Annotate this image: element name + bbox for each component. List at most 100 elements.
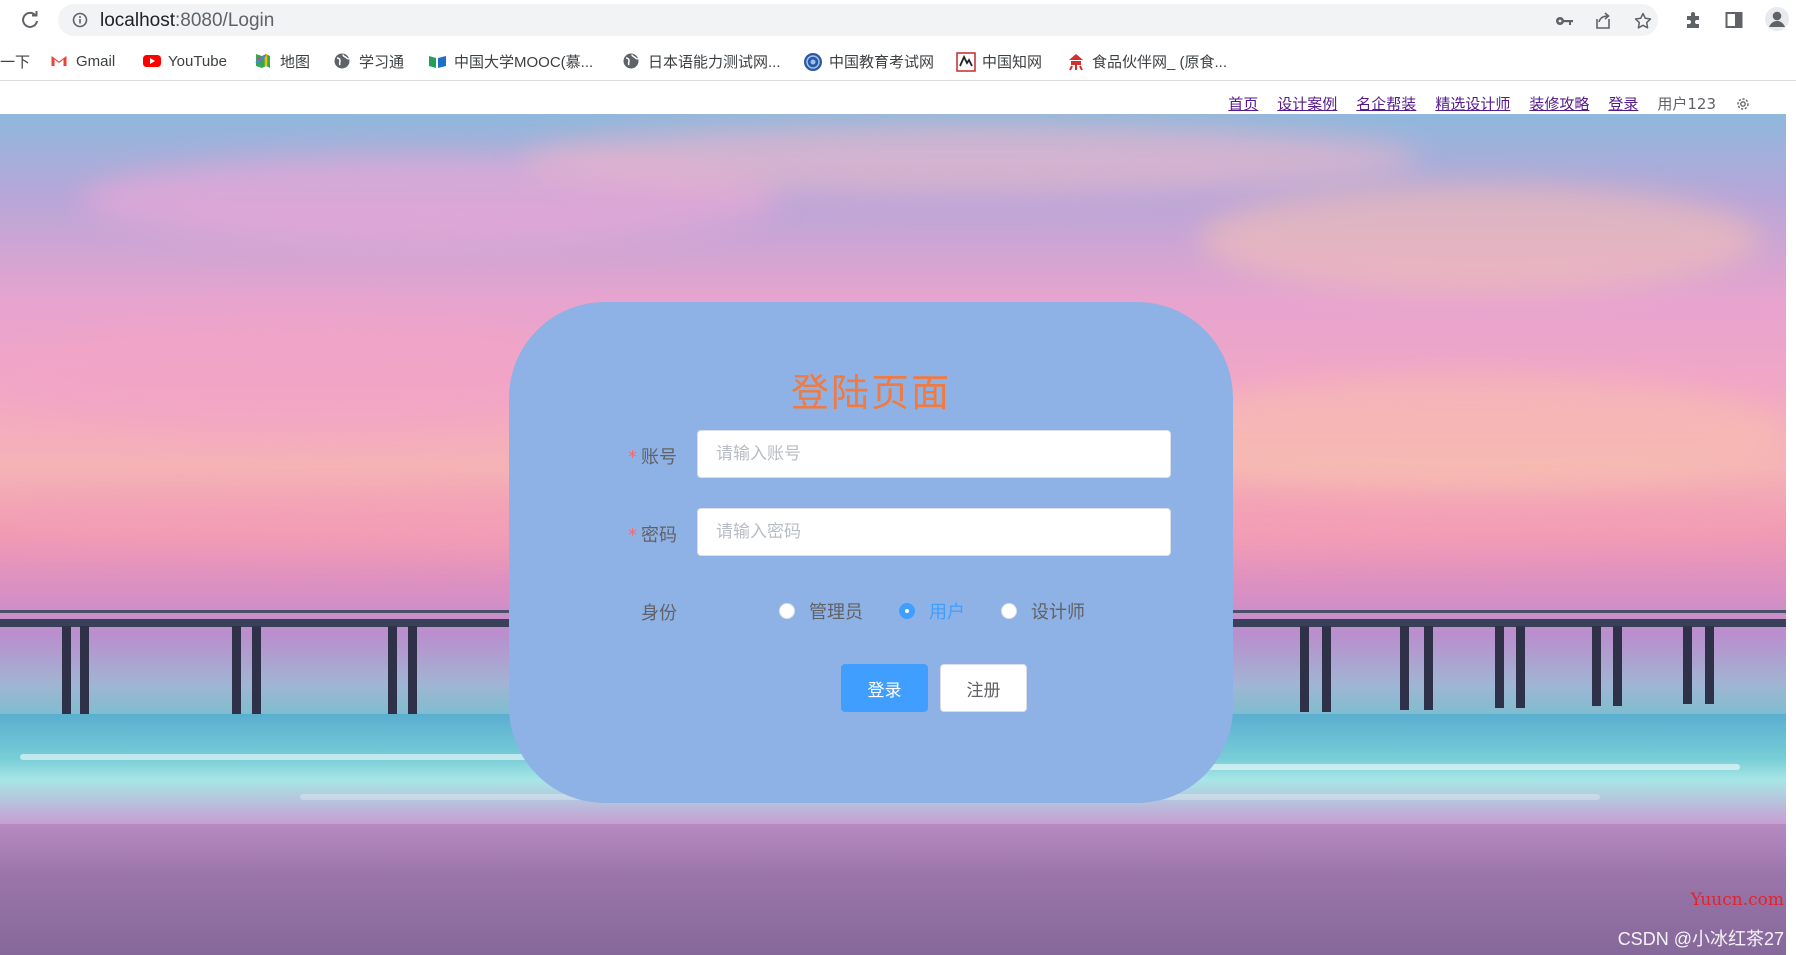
nav-designers-link[interactable]: 精选设计师 [1435, 93, 1510, 114]
required-asterisk: * [628, 447, 637, 468]
bookmark-label: 学习通 [359, 53, 405, 71]
pier-leg [388, 626, 397, 724]
nav-guides-link[interactable]: 装修攻略 [1529, 93, 1589, 114]
bookmark-label: 一下 [0, 53, 31, 71]
password-input[interactable] [697, 508, 1171, 556]
pier-leg [1683, 626, 1692, 704]
pier-leg [408, 626, 417, 724]
site-header: 首页 设计案例 名企帮装 精选设计师 装修攻略 登录 用户123 [0, 81, 1796, 114]
key-icon[interactable] [1555, 12, 1573, 30]
nav-famous-companies-link[interactable]: 名企帮装 [1356, 93, 1416, 114]
url-host: localhost [100, 10, 175, 31]
pier-leg [1592, 626, 1601, 706]
bookmark-label: 食品伙伴网_ (原食... [1092, 53, 1228, 71]
account-label-text: 账号 [641, 447, 677, 468]
pier-leg [1613, 626, 1622, 706]
bookmark-label: 中国大学MOOC(慕... [454, 53, 594, 71]
radio-circle[interactable] [779, 603, 795, 619]
register-button[interactable]: 注册 [940, 664, 1027, 712]
share-icon[interactable] [1594, 12, 1612, 30]
top-nav: 首页 设计案例 名企帮装 精选设计师 装修攻略 登录 用户123 [1228, 93, 1751, 114]
role-admin-radio[interactable]: 管理员 [779, 598, 863, 624]
radio-label: 管理员 [809, 602, 863, 623]
page-scrollbar[interactable] [1786, 114, 1796, 955]
neea-icon [803, 52, 822, 71]
bookmark-label: 中国知网 [982, 53, 1043, 71]
required-asterisk: * [628, 525, 637, 546]
password-label: * 密码 [557, 521, 677, 547]
bookmark-xuexitong[interactable]: 学习通 [333, 50, 404, 72]
radio-label: 设计师 [1031, 602, 1085, 623]
nav-login-link[interactable]: 登录 [1608, 93, 1638, 114]
pier-leg [1705, 626, 1714, 704]
nav-username[interactable]: 用户123 [1657, 93, 1716, 114]
bookmark-gmail[interactable]: Gmail [50, 50, 115, 72]
url-text[interactable]: localhost:8080/Login [100, 10, 274, 32]
beach-sand [0, 824, 1786, 955]
account-input[interactable] [697, 430, 1171, 478]
bookmark-label: 中国教育考试网 [829, 53, 935, 71]
pier-leg [1495, 626, 1504, 708]
maps-icon [254, 52, 272, 70]
bookmark-label: YouTube [168, 52, 227, 70]
side-panel-icon[interactable] [1724, 10, 1744, 30]
sky-cloud [1150, 374, 1786, 494]
bookmark-foodmate[interactable]: 食品伙伴网_ (原食... [1066, 50, 1227, 72]
pier-rail [1233, 610, 1786, 613]
role-designer-radio[interactable]: 设计师 [1001, 598, 1085, 624]
extensions-puzzle-icon[interactable] [1684, 10, 1704, 30]
pier-leg [232, 626, 241, 726]
role-user-radio[interactable]: 用户 [899, 598, 965, 624]
nav-design-cases-link[interactable]: 设计案例 [1277, 93, 1337, 114]
pier-leg [1322, 626, 1331, 712]
pier-leg [1424, 626, 1433, 710]
radio-label: 用户 [929, 602, 965, 623]
url-path: :8080/Login [175, 10, 275, 31]
bookmark-cnki[interactable]: 中国知网 [956, 50, 1042, 72]
youtube-icon [142, 52, 161, 70]
role-radio-group: 管理员 用户 设计师 [779, 598, 1121, 624]
globe-icon [333, 52, 351, 70]
bookmark-maps[interactable]: 地图 [254, 50, 310, 72]
login-button[interactable]: 登录 [841, 664, 928, 712]
bookmark-neea[interactable]: 中国教育考试网 [803, 50, 934, 72]
bookmark-jlpt[interactable]: 日本语能力测试网... [622, 50, 781, 72]
info-icon[interactable] [72, 12, 88, 28]
bookmark-label: 日本语能力测试网... [648, 53, 781, 71]
profile-avatar-icon[interactable] [1764, 6, 1790, 32]
globe-icon [622, 52, 640, 70]
login-title: 登陆页面 [790, 371, 951, 415]
bookmark-mooc[interactable]: 中国大学MOOC(慕... [428, 50, 593, 72]
bookmarks-bar: 一下 Gmail YouTube 地图 学习通 中国大学MOOC(慕... 日本… [0, 40, 1796, 81]
pier-rail [0, 610, 510, 613]
csdn-watermark: CSDN @小冰红茶27 [1617, 929, 1784, 949]
browser-toolbar: localhost:8080/Login [0, 0, 1796, 40]
reload-icon[interactable] [18, 8, 42, 32]
mooc-icon [428, 52, 446, 70]
bookmark-label: 地图 [280, 53, 311, 71]
nav-home-link[interactable]: 首页 [1228, 93, 1258, 114]
bookmark-star-icon[interactable] [1634, 12, 1652, 30]
food-icon [1066, 52, 1084, 71]
pier-leg [1516, 626, 1525, 708]
pier-leg [1400, 626, 1409, 710]
yuucn-watermark: Yuucn.com [1690, 890, 1784, 910]
login-card: 登陆页面 *账号 *密码 身份 管理员 用户 设计师 登录 注册 [509, 302, 1233, 803]
gear-icon[interactable] [1735, 96, 1751, 112]
pier-leg [252, 626, 261, 726]
cnki-icon [956, 52, 976, 72]
password-label-text: 密码 [641, 525, 677, 546]
sky-cloud [1200, 184, 1760, 294]
role-label: 身份 [641, 603, 677, 624]
bookmark-youtube[interactable]: YouTube [142, 50, 227, 72]
gmail-icon [50, 52, 68, 70]
bookmark-item[interactable]: 一下 [0, 50, 30, 72]
wave-foam [20, 754, 580, 760]
pier-leg [1300, 626, 1309, 712]
account-label: * 账号 [557, 443, 677, 469]
address-bar[interactable]: localhost:8080/Login [58, 4, 1658, 36]
pier-deck [1233, 619, 1786, 627]
radio-circle[interactable] [1001, 603, 1017, 619]
radio-circle[interactable] [899, 603, 915, 619]
wave-foam [1180, 764, 1740, 770]
